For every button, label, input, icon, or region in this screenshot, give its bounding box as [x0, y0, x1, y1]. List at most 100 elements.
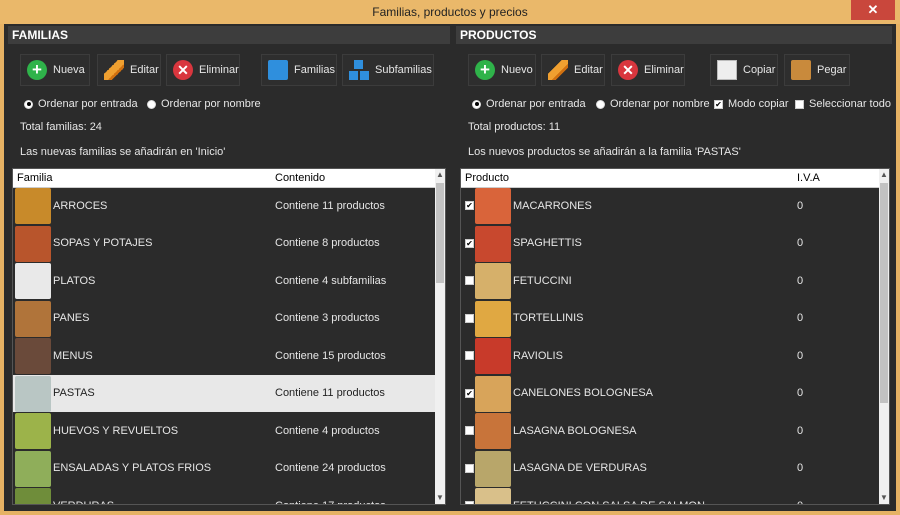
producto-name: RAVIOLIS — [513, 349, 563, 362]
table-row[interactable]: RAVIOLIS 0 — [461, 337, 879, 375]
eliminar-producto-button[interactable]: ✕ Eliminar — [611, 54, 685, 86]
scroll-up-icon[interactable]: ▲ — [879, 169, 889, 181]
productos-scrollbar[interactable]: ▲ ▼ — [879, 169, 889, 504]
seleccionar-todo-checkbox[interactable]: Seleccionar todo — [795, 98, 891, 110]
producto-name: FETUCCINI — [513, 274, 572, 287]
table-row[interactable]: ENSALADAS Y PLATOS FRIOS Contiene 24 prod… — [13, 450, 435, 488]
food-thumbnail — [475, 188, 511, 224]
title-bar: Familias, productos y precios ✕ — [0, 0, 900, 24]
table-row[interactable]: LASAGNA DE VERDURAS 0 — [461, 450, 879, 488]
client-area: FAMILIAS + Nueva Editar ✕ Eliminar Famil… — [4, 24, 896, 511]
checkbox-icon[interactable] — [465, 313, 474, 323]
checkbox-icon[interactable] — [465, 463, 474, 473]
radio-icon — [147, 99, 156, 109]
copiar-button[interactable]: Copiar — [710, 54, 778, 86]
nueva-familia-button[interactable]: + Nueva — [20, 54, 90, 86]
column-iva[interactable]: I.V.A — [797, 172, 820, 184]
familia-name: ENSALADAS Y PLATOS FRIOS — [53, 462, 212, 475]
familias-note: Las nuevas familias se añadirán en 'Inic… — [20, 146, 226, 158]
checkbox-icon[interactable] — [465, 351, 474, 361]
eliminar-label: Eliminar — [199, 64, 239, 76]
table-row[interactable]: SOPAS Y POTAJES Contiene 8 productos — [13, 225, 435, 263]
producto-iva: 0 — [797, 312, 804, 325]
food-thumbnail — [15, 488, 51, 504]
checkbox-checked-icon[interactable]: ✔ — [465, 238, 474, 248]
producto-iva: 0 — [797, 462, 804, 475]
familias-sort-name[interactable]: Ordenar por nombre — [147, 98, 261, 110]
familias-scrollbar[interactable]: ▲ ▼ — [435, 169, 445, 504]
scroll-thumb[interactable] — [436, 183, 444, 283]
scroll-down-icon[interactable]: ▼ — [435, 492, 445, 504]
checkbox-icon[interactable] — [465, 276, 474, 286]
food-thumbnail — [15, 338, 51, 374]
table-row[interactable]: FETUCCINI 0 — [461, 262, 879, 300]
editar-label: Editar — [130, 64, 159, 76]
table-row[interactable]: ✔ MACARRONES 0 — [461, 187, 879, 225]
copy-icon — [717, 60, 737, 80]
checkbox-checked-icon[interactable]: ✔ — [465, 388, 474, 398]
delete-icon: ✕ — [618, 60, 638, 80]
producto-name: CANELONES BOLOGNESA — [513, 387, 653, 400]
editar-familia-button[interactable]: Editar — [97, 54, 161, 86]
table-row[interactable]: PASTAS Contiene 11 productos — [13, 374, 435, 412]
familia-content: Contiene 4 productos — [275, 424, 380, 437]
table-row[interactable]: PLATOS Contiene 4 subfamilias — [13, 262, 435, 300]
familias-header: FAMILIAS — [8, 26, 450, 44]
column-familia[interactable]: Familia — [17, 172, 52, 184]
food-thumbnail — [475, 488, 511, 504]
productos-panel: PRODUCTOS + Nuevo Editar ✕ Eliminar Copi… — [456, 24, 892, 511]
paste-icon — [791, 60, 811, 80]
sort-name-label: Ordenar por nombre — [610, 98, 710, 110]
producto-name: LASAGNA BOLOGNESA — [513, 424, 637, 437]
checkbox-checked-icon: ✔ — [714, 99, 723, 109]
familias-sort-entry[interactable]: Ordenar por entrada — [24, 98, 138, 110]
scroll-down-icon[interactable]: ▼ — [879, 492, 889, 504]
food-thumbnail — [475, 413, 511, 449]
productos-sort-name[interactable]: Ordenar por nombre — [596, 98, 710, 110]
checkbox-icon[interactable] — [465, 501, 474, 504]
familia-content: Contiene 17 productos — [275, 500, 386, 504]
familia-content: Contiene 11 productos — [275, 387, 385, 400]
familias-button[interactable]: Familias — [261, 54, 337, 86]
producto-iva: 0 — [797, 237, 804, 250]
eliminar-familia-button[interactable]: ✕ Eliminar — [166, 54, 240, 86]
table-row[interactable]: ARROCES Contiene 11 productos — [13, 187, 435, 225]
table-row[interactable]: ✔ SPAGHETTIS 0 — [461, 225, 879, 263]
producto-iva: 0 — [797, 500, 803, 504]
table-row[interactable]: VERDURAS Contiene 17 productos — [13, 487, 435, 504]
food-thumbnail — [15, 225, 51, 262]
producto-iva: 0 — [797, 387, 804, 400]
folder-icon — [268, 60, 288, 80]
table-row[interactable]: TORTELLINIS 0 — [461, 300, 879, 338]
nuevo-label: Nuevo — [501, 64, 533, 76]
familia-content: Contiene 15 productos — [275, 349, 386, 362]
familias-grid-header: Familia Contenido — [13, 169, 435, 188]
scroll-up-icon[interactable]: ▲ — [435, 169, 445, 181]
table-row[interactable]: ✔ CANELONES BOLOGNESA 0 — [461, 375, 879, 413]
productos-sort-entry[interactable]: Ordenar por entrada — [472, 98, 586, 110]
close-button[interactable]: ✕ — [851, 0, 895, 20]
table-row[interactable]: PANES Contiene 3 productos — [13, 300, 435, 338]
editar-producto-button[interactable]: Editar — [541, 54, 605, 86]
checkbox-icon[interactable] — [465, 426, 474, 436]
table-row[interactable]: MENUS Contiene 15 productos — [13, 337, 435, 375]
nuevo-producto-button[interactable]: + Nuevo — [468, 54, 536, 86]
table-row[interactable]: FETUCCINI CON SALSA DE SALMON 0 — [461, 487, 879, 504]
nueva-label: Nueva — [53, 64, 85, 76]
column-producto[interactable]: Producto — [465, 172, 509, 184]
checkbox-checked-icon[interactable]: ✔ — [465, 201, 474, 211]
column-contenido[interactable]: Contenido — [275, 172, 325, 184]
producto-name: FETUCCINI CON SALSA DE SALMON — [513, 500, 705, 504]
table-row[interactable]: LASAGNA BOLOGNESA 0 — [461, 412, 879, 450]
subfamilias-button[interactable]: Subfamilias — [342, 54, 434, 86]
familia-name: VERDURAS — [53, 500, 114, 504]
food-thumbnail — [475, 300, 511, 337]
table-row[interactable]: HUEVOS Y REVUELTOS Contiene 4 productos — [13, 412, 435, 450]
productos-total: Total productos: 11 — [468, 121, 561, 133]
familia-name: HUEVOS Y REVUELTOS — [53, 424, 179, 437]
productos-grid: Producto I.V.A ✔ MACARRONES 0 ✔ SPAGHETTIS 0 F… — [460, 168, 890, 505]
pegar-button[interactable]: Pegar — [784, 54, 850, 86]
scroll-thumb[interactable] — [880, 183, 888, 403]
productos-sort-options: Ordenar por entrada Ordenar por nombre ✔… — [468, 98, 892, 112]
modo-copiar-checkbox[interactable]: ✔ Modo copiar — [714, 98, 789, 110]
